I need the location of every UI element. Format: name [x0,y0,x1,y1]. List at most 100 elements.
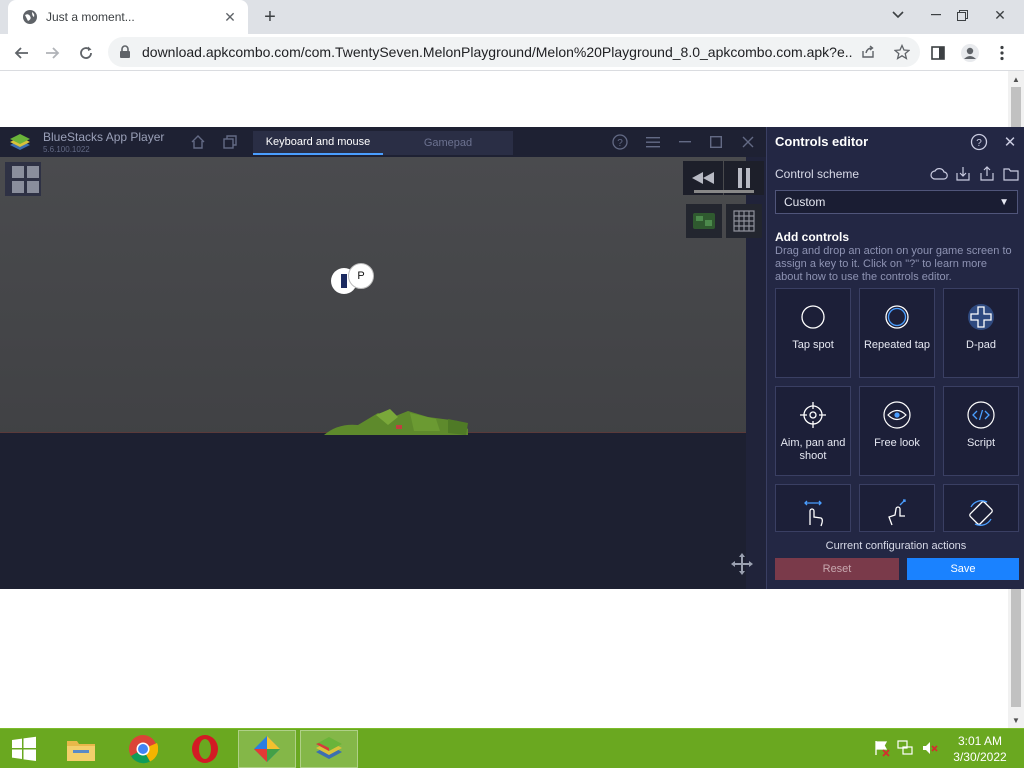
tab-search-chevron-icon[interactable] [882,0,914,30]
grid-toggle-icon[interactable] [726,204,762,238]
back-icon[interactable] [8,39,36,67]
game-floor [0,433,746,589]
new-tab-button[interactable]: + [258,6,282,28]
bs-close-icon[interactable] [739,133,757,151]
file-explorer-icon[interactable] [52,730,110,768]
add-controls-title: Add controls [775,230,849,244]
globe-icon [22,9,38,25]
home-icon[interactable] [189,133,207,151]
control-tile-repeated-tap[interactable]: Repeated tap [859,288,935,378]
svg-text:?: ? [617,138,623,149]
multi-instance-icon[interactable] [221,133,239,151]
reload-icon[interactable] [72,39,100,67]
clock-date: 3/30/2022 [953,750,1007,764]
help-icon[interactable]: ? [611,133,629,151]
swipe-icon [799,499,827,527]
hamburger-menu-icon[interactable] [644,133,662,151]
dpad-icon [967,303,995,331]
svg-text:?: ? [976,138,982,149]
window-close-icon[interactable]: ✕ [984,0,1016,30]
control-scheme-value: Custom [784,195,826,209]
windows-taskbar: 3:01 AM 3/30/2022 [0,728,1024,768]
more-menu-icon[interactable] [988,39,1016,67]
forward-icon[interactable] [38,39,66,67]
folder-icon[interactable] [1002,165,1020,183]
lock-icon[interactable] [118,45,132,59]
control-tile-swipe[interactable] [775,484,851,532]
scroll-up-arrow-icon[interactable]: ▲ [1008,71,1024,87]
tap-spot-icon [799,303,827,331]
volume-muted-icon[interactable] [921,739,939,757]
current-config-label: Current configuration actions [825,540,967,552]
browser-tabstrip: Just a moment... ✕ + ✕ [0,0,1024,34]
rotate-icon [967,499,995,527]
tile-label: Script [966,437,996,449]
import-icon[interactable] [954,165,972,183]
tile-label: Repeated tap [863,339,931,351]
bluestacks-taskbar-icon[interactable] [300,730,358,768]
action-center-flag-icon[interactable] [873,739,891,757]
bluestacks-window: BlueStacks App Player 5.6.100.1022 Keybo… [0,127,1024,589]
tab-close-icon[interactable]: ✕ [222,9,238,25]
game-menu-grid-icon[interactable] [5,162,41,196]
control-scheme-label: Control scheme [775,167,860,181]
control-tile-aim-pan-shoot[interactable]: Aim, pan and shoot [775,386,851,476]
tab-keyboard-and-mouse[interactable]: Keyboard and mouse [253,131,383,155]
profile-avatar-icon[interactable] [956,39,984,67]
share-icon[interactable] [860,44,876,60]
colorful-app-icon[interactable] [238,730,296,768]
input-mode-tabs: Keyboard and mouse Gamepad [253,131,513,155]
control-tile-tap-spot[interactable]: Tap spot [775,288,851,378]
chrome-icon[interactable] [114,730,172,768]
bs-minimize-icon[interactable] [676,133,694,151]
browser-toolbar: download.apkcombo.com/com.TwentySeven.Me… [0,34,1024,71]
control-tile-dpad[interactable]: D-pad [943,288,1019,378]
controls-editor-panel: Controls editor ? ✕ Control scheme Custo… [766,127,1024,589]
control-tile-rotate[interactable] [943,484,1019,532]
zoom-gesture-icon [883,499,911,527]
tile-label: Free look [874,437,920,449]
move-cursor-icon [730,552,754,576]
tile-label: Tap spot [792,339,834,351]
control-tile-script[interactable]: Script [943,386,1019,476]
control-tile-zoom-gesture[interactable] [859,484,935,532]
ce-close-icon[interactable]: ✕ [1001,133,1019,151]
ce-help-icon[interactable]: ? [970,133,988,151]
tap-key-label[interactable]: P [348,263,374,289]
tile-label: D-pad [966,339,996,351]
scroll-down-arrow-icon[interactable]: ▼ [1008,712,1024,728]
controls-editor-footer: Current configuration actions Reset Save [767,532,1024,589]
repeated-tap-icon [883,303,911,331]
start-windows-icon[interactable] [0,729,48,768]
time-progress-bar [694,190,754,193]
export-icon[interactable] [978,165,996,183]
bluestacks-titlebar: BlueStacks App Player 5.6.100.1022 Keybo… [0,127,766,157]
save-button[interactable]: Save [907,558,1019,580]
browser-tab[interactable]: Just a moment... ✕ [8,0,248,34]
scheme-actions [930,165,1020,183]
clock-time: 3:01 AM [957,734,1003,748]
restore-icon[interactable] [946,0,978,30]
network-icon[interactable] [897,739,915,757]
eye-icon [883,401,911,429]
game-viewport[interactable]: P [0,157,766,589]
opera-icon[interactable] [176,730,234,768]
bs-maximize-icon[interactable] [707,133,725,151]
bookmark-star-icon[interactable] [894,44,910,60]
taskbar-clock[interactable]: 3:01 AM 3/30/2022 [940,733,1020,765]
cloud-sync-icon[interactable] [930,165,948,183]
melon-ragdoll[interactable] [318,407,473,437]
bluestacks-logo-icon [9,133,31,153]
control-tile-free-look[interactable]: Free look [859,386,935,476]
address-bar[interactable]: download.apkcombo.com/com.TwentySeven.Me… [108,37,920,67]
url-text: download.apkcombo.com/com.TwentySeven.Me… [142,44,852,60]
side-panel-icon[interactable] [924,39,952,67]
add-controls-description: Drag and drop an action on your game scr… [775,245,1012,283]
save-map-icon[interactable] [686,204,722,238]
control-scheme-select[interactable]: Custom ▼ [775,190,1018,214]
crosshair-icon [799,401,827,429]
reset-button[interactable]: Reset [775,558,899,580]
controls-editor-title: Controls editor [775,134,869,149]
bluestacks-version: 5.6.100.1022 [43,145,90,154]
tab-gamepad[interactable]: Gamepad [383,131,513,155]
